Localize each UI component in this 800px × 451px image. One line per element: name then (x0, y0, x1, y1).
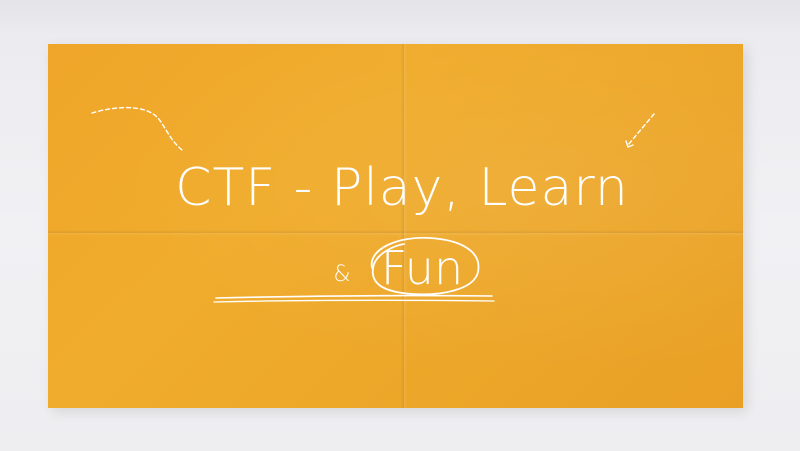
slide-stage: CTF - Play, Learn & Fun (0, 0, 800, 451)
slide-drawing: CTF - Play, Learn & Fun (91, 106, 655, 303)
hand-drawn-underline-icon (213, 294, 495, 303)
dashed-curve-arrow-icon (91, 106, 183, 151)
title-line-1: CTF - Play, Learn (175, 158, 629, 218)
title-ampersand: & (333, 262, 350, 287)
title-highlight-word: Fun (381, 241, 463, 295)
dashed-arrow-icon (625, 113, 655, 148)
